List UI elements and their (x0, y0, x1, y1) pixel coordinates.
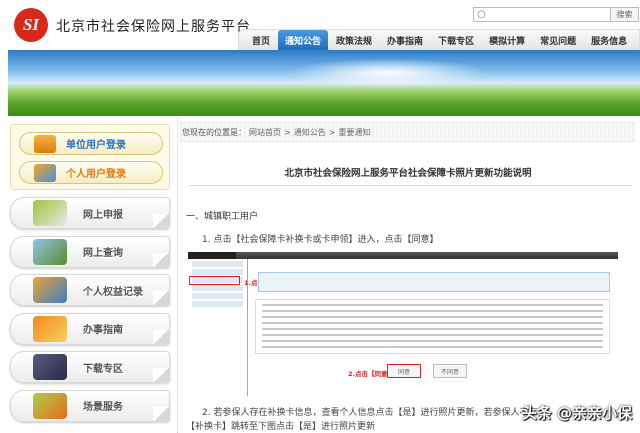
nav-tab[interactable]: 通知公告 (278, 29, 329, 51)
nav-tab[interactable]: 政策法规 (329, 30, 379, 51)
sidebar-item[interactable]: 个人权益记录 (10, 274, 170, 306)
sidebar-item-label: 办事指南 (83, 325, 123, 336)
search-input[interactable]: ○ (474, 8, 610, 21)
pencil-icon (34, 163, 56, 182)
login-box: 单位用户登录 个人用户登录 (10, 124, 170, 190)
sidebar-item[interactable]: 下载专区 (10, 351, 170, 383)
company-login-button[interactable]: 单位用户登录 (19, 132, 163, 155)
page-fold (153, 406, 169, 421)
sidebar-item[interactable]: 网上申报 (10, 197, 170, 229)
page-title: 北京市社会保险网上服务平台社会保障卡照片更新功能说明 (284, 168, 532, 179)
grid-icon (33, 200, 67, 226)
personal-login-button[interactable]: 个人用户登录 (19, 161, 163, 184)
nav-tab[interactable]: 下载专区 (431, 30, 481, 51)
divider (188, 185, 632, 186)
watermark: 头条 @亲亲小保 (521, 404, 632, 422)
search-button[interactable]: 搜索 (610, 8, 638, 21)
sidebar-item-label: 网上查询 (83, 248, 123, 259)
scene-icon (33, 392, 67, 419)
floppy-disk-icon (33, 354, 67, 380)
nav-tab[interactable]: 服务信息 (584, 30, 634, 51)
banner-image (8, 50, 640, 116)
page-fold (153, 368, 169, 382)
search-bar: ○ 搜索 (473, 7, 639, 22)
nav-tab[interactable]: 常见问题 (533, 30, 583, 51)
site-title: 北京市社会保险网上服务平台 (56, 19, 251, 35)
computer-icon (33, 277, 67, 303)
step-2-text-cont: 【补换卡】跳转至下图点击【是】进行照片更新 (186, 422, 376, 432)
sidebar-item-label: 网上申报 (83, 209, 123, 221)
sidebar-item[interactable]: 场景服务 (10, 389, 170, 422)
page-fold (153, 214, 169, 228)
magnifier-icon (33, 238, 67, 265)
sidebar: 单位用户登录 个人用户登录 网上申报网上查询个人权益记录 办事指南下载专区场景服务 (8, 118, 178, 433)
step-1-text: 1. 点击【社会保障卡补换卡或卡申领】进入，点击【同意】 (202, 235, 439, 245)
search-icon: ○ (477, 9, 486, 20)
sidebar-item-label: 下载专区 (83, 363, 123, 375)
sidebar-item[interactable]: 办事指南 (10, 312, 170, 345)
factory-icon (34, 134, 56, 153)
disagree-button-image: 不同意 (433, 364, 467, 378)
page-fold (153, 252, 169, 267)
page-fold (153, 329, 169, 344)
sidebar-item-label: 个人权益记录 (83, 286, 143, 298)
sidebar-item-label: 场景服务 (83, 402, 123, 413)
main-nav: 首页 通知公告 政策法规 办事指南 下载专区 模拟计算 常见问题 服务信息 (238, 29, 640, 51)
nav-tab[interactable]: 模拟计算 (482, 30, 532, 51)
sidebar-item[interactable]: 网上查询 (10, 235, 170, 268)
nav-tab[interactable]: 办事指南 (380, 30, 430, 51)
breadcrumb-home[interactable]: 网站首页 (249, 127, 281, 138)
site-logo[interactable]: SI (14, 8, 48, 42)
breadcrumb: 您现在的位置是： 网站首页 > 通知公告 > 重要通知 (180, 122, 636, 142)
guide-icon (33, 315, 67, 342)
breadcrumb-notices[interactable]: 通知公告 (294, 127, 326, 138)
nav-tab[interactable]: 首页 (245, 30, 277, 51)
highlight-box (189, 276, 240, 285)
instruction-screenshot: 1.点击进入 2.点击【同意】 同意 不同意 (188, 252, 618, 396)
content: 您现在的位置是： 网站首页 > 通知公告 > 重要通知 北京市社会保险网上服务平台社… (180, 120, 640, 433)
section-heading: 一、城镇职工用户 (186, 212, 259, 222)
agree-button-image: 同意 (387, 364, 421, 378)
breadcrumb-important[interactable]: 重要通知 (338, 127, 370, 138)
page-fold (153, 291, 169, 305)
